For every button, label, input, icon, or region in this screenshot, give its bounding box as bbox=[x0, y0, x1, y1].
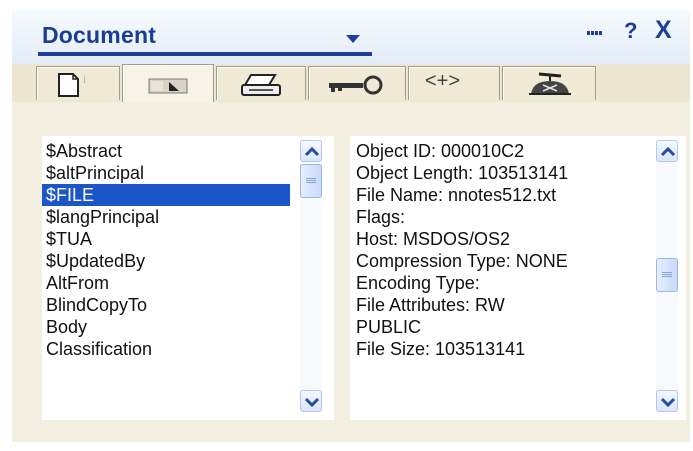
tab-print[interactable] bbox=[216, 66, 306, 100]
page-info-icon: i bbox=[58, 73, 86, 97]
info-line: PUBLIC bbox=[356, 317, 422, 337]
info-line: Compression Type: NONE bbox=[356, 251, 568, 271]
field-tag-icon bbox=[148, 78, 188, 94]
tab-security[interactable] bbox=[308, 66, 406, 100]
tab-fields[interactable] bbox=[122, 64, 214, 102]
info-line: File Attributes: RW bbox=[356, 295, 505, 315]
printer-icon bbox=[241, 74, 281, 96]
info-line: File Name: nnotes512.txt bbox=[356, 185, 557, 205]
close-button[interactable]: X bbox=[655, 16, 672, 45]
info-line: Object Length: 103513141 bbox=[356, 163, 569, 183]
info-line: Encoding Type: bbox=[356, 273, 480, 293]
propeller-hat-icon bbox=[529, 72, 571, 95]
field-list[interactable]: $Abstract $altPrincipal $FILE $langPrinc… bbox=[42, 136, 334, 420]
list-item[interactable]: $Abstract bbox=[42, 140, 290, 162]
help-button[interactable]: ? bbox=[624, 18, 637, 44]
list-item[interactable]: Body bbox=[42, 316, 290, 338]
scroll-up-button[interactable] bbox=[300, 140, 322, 162]
html-tag-icon: <+> bbox=[425, 70, 461, 92]
list-item[interactable]: Classification bbox=[42, 338, 290, 360]
list-item[interactable]: AltFrom bbox=[42, 272, 290, 294]
chevron-down-icon bbox=[660, 397, 676, 408]
list-item-selected[interactable]: $FILE bbox=[42, 184, 290, 206]
minimize-dots-icon[interactable] bbox=[584, 24, 606, 40]
tab-html[interactable]: <+> bbox=[408, 66, 500, 100]
chevron-up-icon bbox=[660, 146, 676, 157]
list-item[interactable]: $UpdatedBy bbox=[42, 250, 290, 272]
info-line: Object ID: 000010C2 bbox=[356, 141, 525, 161]
list-item[interactable]: BlindCopyTo bbox=[42, 294, 290, 316]
chevron-down-icon bbox=[304, 397, 320, 408]
list-item[interactable]: $TUA bbox=[42, 228, 290, 250]
tab-advanced[interactable] bbox=[502, 66, 596, 100]
info-line: File Size: 103513141 bbox=[356, 339, 526, 359]
scroll-down-button[interactable] bbox=[656, 390, 678, 412]
info-line: Flags: bbox=[356, 207, 406, 227]
chevron-up-icon bbox=[304, 146, 320, 157]
list-item[interactable]: $altPrincipal bbox=[42, 162, 290, 184]
title-dropdown-arrow-icon[interactable] bbox=[340, 28, 364, 48]
field-info-scrollbar[interactable] bbox=[656, 140, 678, 412]
scroll-down-button[interactable] bbox=[300, 390, 322, 412]
list-item[interactable]: $langPrincipal bbox=[42, 206, 290, 228]
scroll-up-button[interactable] bbox=[656, 140, 678, 162]
scroll-thumb[interactable] bbox=[656, 258, 678, 292]
field-info-panel: Object ID: 000010C2 Object Length: 10351… bbox=[350, 136, 686, 420]
window-title: Document bbox=[42, 22, 157, 48]
svg-text:i: i bbox=[83, 74, 86, 86]
info-line: Host: MSDOS/OS2 bbox=[356, 229, 511, 249]
title-underline bbox=[38, 52, 372, 56]
tab-document-info[interactable]: i bbox=[36, 66, 120, 100]
field-list-scrollbar[interactable] bbox=[300, 140, 322, 412]
scroll-thumb[interactable] bbox=[300, 164, 322, 198]
key-icon bbox=[329, 75, 383, 95]
